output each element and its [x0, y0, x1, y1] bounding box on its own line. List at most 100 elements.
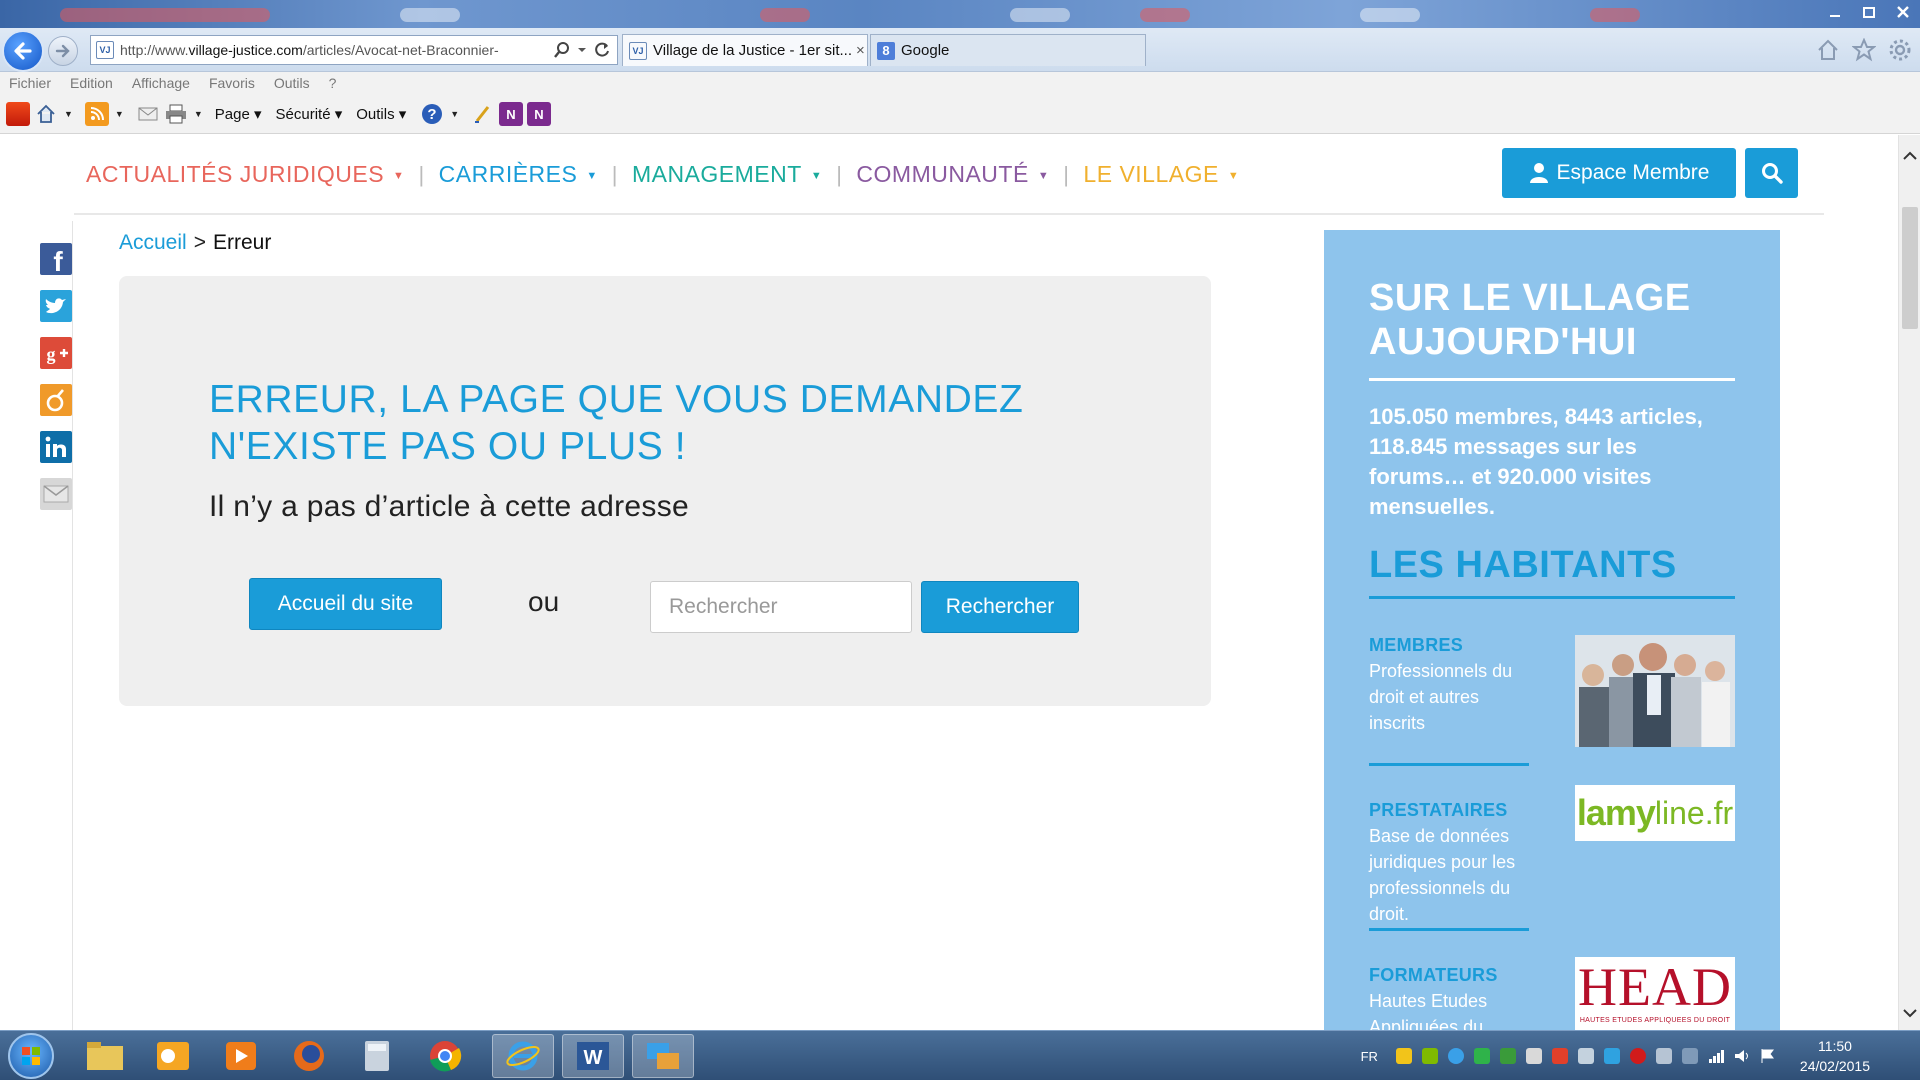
refresh-icon[interactable] [593, 41, 611, 59]
tab-village-justice[interactable]: VJ Village de la Justice - 1er sit... × [622, 34, 868, 66]
lamyline-logo[interactable]: lamy line.fr [1575, 785, 1735, 841]
tray-app-icon[interactable] [1551, 1048, 1568, 1064]
nav-communaute[interactable]: COMMUNAUTÉ ▼ [856, 161, 1049, 188]
maximize-button[interactable] [1852, 0, 1886, 24]
viadeo-icon[interactable] [40, 384, 72, 416]
search-icon[interactable] [553, 41, 571, 59]
bluetooth-icon[interactable] [1681, 1048, 1698, 1064]
volume-icon[interactable] [1734, 1048, 1750, 1064]
taskbar-explorer[interactable] [74, 1034, 136, 1078]
home-icon[interactable] [34, 102, 58, 126]
nav-le-village[interactable]: LE VILLAGE ▼ [1083, 161, 1239, 188]
address-url[interactable]: http://www.village-justice.com/articles/… [120, 42, 547, 58]
mail-read-icon[interactable] [136, 102, 160, 126]
tray-network-app-icon[interactable] [1421, 1048, 1438, 1064]
language-indicator[interactable]: FR [1361, 1049, 1378, 1064]
chevron-down-icon[interactable]: ▼ [450, 109, 459, 119]
chevron-down-icon: ▼ [1037, 169, 1050, 182]
linkedin-icon[interactable] [40, 431, 72, 463]
chevron-down-icon[interactable]: ▼ [64, 109, 73, 119]
category-formateurs[interactable]: FORMATEURS Hautes Etudes Appliquées du H… [1369, 928, 1739, 1030]
back-button[interactable] [2, 30, 44, 72]
print-icon[interactable] [164, 102, 188, 126]
category-prestataires[interactable]: PRESTATAIRES Base de données juridiques … [1369, 763, 1739, 927]
security-menu[interactable]: Sécurité ▾ [276, 105, 343, 123]
tray-sync-icon[interactable] [1447, 1048, 1464, 1064]
breadcrumb-home-link[interactable]: Accueil [119, 231, 187, 254]
tray-app-icon[interactable] [1525, 1048, 1542, 1064]
menu-affichage[interactable]: Affichage [132, 75, 190, 91]
twitter-icon[interactable] [40, 290, 72, 322]
taskbar-chrome[interactable] [414, 1034, 476, 1078]
rss-icon[interactable] [84, 101, 109, 126]
close-tab-icon[interactable]: × [852, 42, 865, 59]
taskbar-word[interactable]: W [562, 1034, 624, 1078]
taskbar-outlook[interactable] [142, 1034, 204, 1078]
taskbar-media-player[interactable] [210, 1034, 272, 1078]
menu-edition[interactable]: Edition [70, 75, 113, 91]
chevron-down-icon[interactable]: ▼ [115, 109, 124, 119]
tools-menu[interactable]: Outils ▾ [356, 105, 406, 123]
search-input[interactable] [650, 581, 912, 633]
tab-google[interactable]: 8 Google [870, 34, 1146, 66]
nav-carrieres[interactable]: CARRIÈRES ▼ [439, 161, 598, 188]
tray-app-icon[interactable] [1499, 1048, 1516, 1064]
page-menu[interactable]: Page ▾ [215, 105, 262, 123]
category-divider [1369, 928, 1529, 931]
breadcrumb-separator: > [193, 231, 206, 254]
search-submit-button[interactable]: Rechercher [921, 581, 1079, 633]
email-share-icon[interactable] [40, 478, 72, 510]
star-icon[interactable] [1852, 38, 1876, 62]
menu-fichier[interactable]: Fichier [9, 75, 51, 91]
system-tray: FR 11:50 24/02/2015 [1361, 1031, 1906, 1080]
pen-icon[interactable] [471, 102, 495, 126]
minimize-button[interactable] [1818, 0, 1852, 24]
menu-help[interactable]: ? [329, 75, 337, 91]
tab-label: Google [901, 42, 950, 59]
members-photo[interactable] [1575, 635, 1735, 747]
help-icon[interactable]: ? [420, 102, 444, 126]
sidebar-village-today: SUR LE VILLAGE AUJOURD'HUI 105.050 membr… [1324, 230, 1780, 1030]
menu-outils[interactable]: Outils [274, 75, 310, 91]
onenote-icon[interactable]: N [499, 101, 524, 126]
tray-app-icon[interactable] [1603, 1048, 1620, 1064]
app-logo-icon[interactable] [6, 101, 30, 126]
word-icon: W [577, 1042, 609, 1070]
chevron-down-icon[interactable] [577, 45, 587, 55]
tray-app-icon[interactable] [1655, 1048, 1672, 1064]
tray-beats-icon[interactable] [1629, 1048, 1646, 1064]
scrollbar-thumb[interactable] [1902, 207, 1918, 329]
taskbar-internet-explorer[interactable] [492, 1034, 554, 1078]
onenote-linked-icon[interactable]: N [527, 101, 552, 126]
tray-app-icon[interactable] [1395, 1048, 1412, 1064]
home-button[interactable]: Accueil du site [249, 578, 442, 630]
vertical-scrollbar[interactable] [1898, 135, 1920, 1030]
gear-icon[interactable] [1888, 38, 1912, 62]
network-signal-icon[interactable] [1708, 1048, 1724, 1064]
folder-icon [87, 1042, 123, 1070]
close-window-button[interactable] [1886, 0, 1920, 24]
action-center-flag-icon[interactable] [1760, 1048, 1776, 1064]
espace-membre-button[interactable]: Espace Membre [1502, 148, 1736, 198]
address-bar[interactable]: VJ http://www.village-justice.com/articl… [90, 35, 618, 65]
taskbar-calculator[interactable] [346, 1034, 408, 1078]
home-icon[interactable] [1816, 38, 1840, 62]
menu-favoris[interactable]: Favoris [209, 75, 255, 91]
google-plus-icon[interactable]: g [40, 337, 72, 369]
forward-button[interactable] [48, 36, 78, 66]
site-search-button[interactable] [1745, 148, 1798, 198]
taskbar-clock[interactable]: 11:50 24/02/2015 [1800, 1036, 1870, 1076]
category-membres[interactable]: MEMBRES Professionnels du droit et autre… [1369, 635, 1739, 747]
tray-evernote-icon[interactable] [1473, 1048, 1490, 1064]
head-logo[interactable]: HEAD HAUTES ETUDES APPLIQUEES DU DROIT [1575, 957, 1735, 1030]
scroll-up-icon[interactable] [1899, 145, 1920, 167]
nav-management[interactable]: MANAGEMENT ▼ [632, 161, 822, 188]
scroll-down-icon[interactable] [1899, 1002, 1920, 1024]
taskbar-firefox[interactable] [278, 1034, 340, 1078]
tray-app-icon[interactable] [1577, 1048, 1594, 1064]
nav-actualites-juridiques[interactable]: ACTUALITÉS JURIDIQUES ▼ [86, 161, 404, 188]
start-button[interactable] [8, 1033, 54, 1079]
taskbar-remote-desktop[interactable] [632, 1034, 694, 1078]
facebook-icon[interactable]: f [40, 243, 72, 275]
chevron-down-icon[interactable]: ▼ [194, 109, 203, 119]
